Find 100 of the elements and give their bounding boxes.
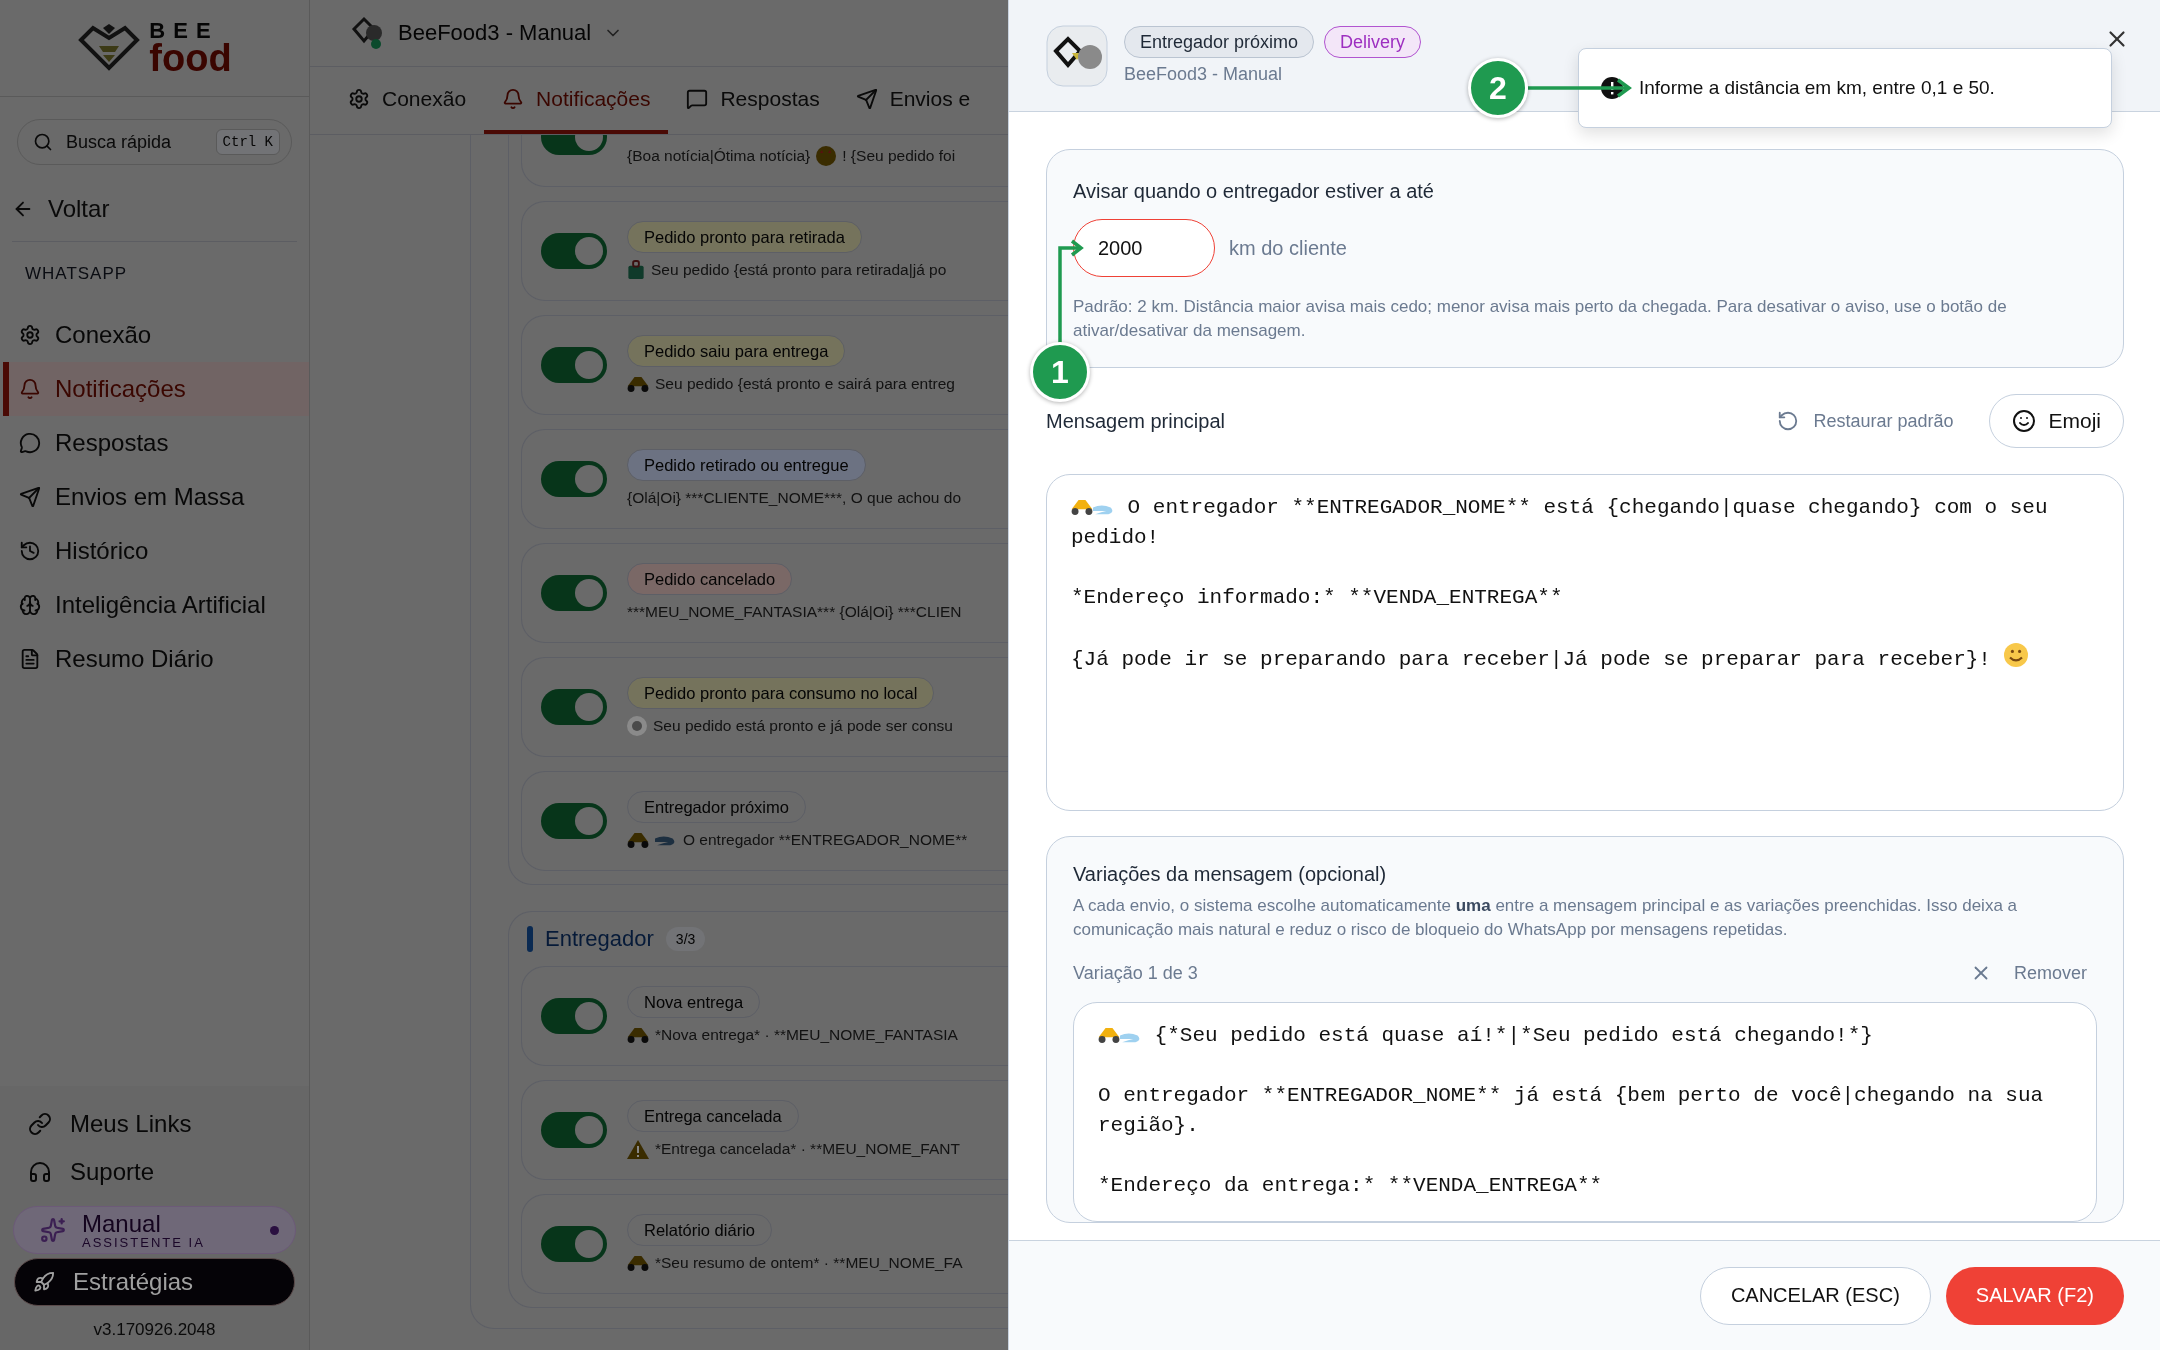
message-preview: ! {Seu pedido foi xyxy=(842,147,956,165)
save-button[interactable]: SALVAR (F2) xyxy=(1945,1266,2124,1325)
variation-textarea[interactable]: {*Seu pedido está quase aí!*|*Seu pedido está chegando!*} O entregador **ENTREGADOR_NOME** já está {bem perto de você|chegando na sua região}. *Endereço da entrega:* **VENDA_ENTREGA** xyxy=(1073,1002,2097,1222)
nav-item[interactable]: Resumo Diário xyxy=(3,632,309,686)
distance-input[interactable]: 2000 xyxy=(1073,219,1215,277)
strategies-button[interactable]: Estratégias xyxy=(14,1258,295,1306)
send-icon xyxy=(855,87,878,110)
message-textarea[interactable]: O entregador **ENTREGADOR_NOME** está {chegando|quase chegando} com o seu pedido! *Endereço informado:* **VENDA_ENTREGA** {Já pode ir se preparando para receber|Já pode se preparar para receber}! xyxy=(1046,474,2124,811)
error-icon xyxy=(1601,77,1623,99)
scooter-icon xyxy=(627,832,649,848)
restore-default-button[interactable]: Restaurar padrão xyxy=(1777,410,1970,432)
sparkles-icon xyxy=(40,1217,66,1243)
headphones-icon xyxy=(28,1160,52,1184)
toggle-switch[interactable] xyxy=(541,998,607,1034)
brain-icon xyxy=(19,594,41,616)
event-tag: Pedido pronto para retirada xyxy=(627,221,862,253)
status-dot xyxy=(270,1225,279,1235)
link-icon xyxy=(28,1112,52,1136)
message-preview: *Nova entrega* · **MEU_NOME_FANTASIA xyxy=(655,1026,958,1044)
group-title: Entregador xyxy=(545,926,654,952)
toggle-switch[interactable] xyxy=(541,803,607,839)
document-icon xyxy=(19,648,41,670)
message-preview: Seu pedido está pronto e já pode ser consu xyxy=(653,717,953,735)
scooter-icon xyxy=(1098,1028,1120,1043)
assistant-subtitle: ASSISTENTE IA xyxy=(82,1235,206,1249)
nav-item[interactable]: Histórico xyxy=(3,524,309,578)
scooter-icon xyxy=(627,1255,649,1271)
message-preview: *Entrega cancelada* · **MEU_NOME_FANT xyxy=(655,1140,960,1158)
brand-name: food xyxy=(149,40,232,75)
nav-item[interactable]: Conexão xyxy=(3,308,309,362)
send-icon xyxy=(19,486,41,508)
toggle-switch[interactable] xyxy=(541,233,607,269)
back-link[interactable]: Voltar xyxy=(12,195,297,242)
tag: Entregador próximo xyxy=(1124,26,1315,58)
shortcut-hint: Ctrl K xyxy=(215,129,280,155)
version-label: v3.170926.2048 xyxy=(92,1320,217,1340)
help-text: Padrão: 2 km. Distância maior avisa mais cedo; menor avisa mais perto da chegada. Para desativar o aviso, use o botão de ativar/desativar da mensagem. xyxy=(1073,296,2008,342)
nav-item[interactable]: Notificações xyxy=(3,362,309,416)
tab[interactable]: Respostas xyxy=(668,67,838,134)
store-name[interactable]: BeeFood3 - Manual xyxy=(398,20,592,46)
unit-label: km do cliente xyxy=(1229,236,1347,260)
event-tag: Pedido cancelado xyxy=(627,563,793,595)
smiley-icon xyxy=(2003,643,2028,667)
section-title: Variações da mensagem (opcional) xyxy=(1073,863,1388,886)
toggle-switch[interactable] xyxy=(541,347,607,383)
group-marker xyxy=(527,926,533,952)
field-label: Avisar quando o entregador estiver a até xyxy=(1073,180,1435,203)
plate-icon xyxy=(627,716,647,736)
message-preview: Seu pedido {está pronto para retirada|já po xyxy=(651,261,947,279)
bell-icon xyxy=(19,378,41,400)
scooter-icon xyxy=(627,1027,649,1043)
warning-icon xyxy=(627,1139,649,1159)
shopping-bag-icon xyxy=(627,260,645,280)
description-text: A cada envio, o sistema escolhe automaticamente uma entre a mensagem principal e as variações preenchidas. Isso deixa a comunicação mais natural e reduz o risco de bloqueio do WhatsApp por mensagens repetidas. xyxy=(1073,895,2019,941)
cancel-button[interactable]: CANCELAR (ESC) xyxy=(1699,1266,1931,1325)
field-label: Mensagem principal xyxy=(1046,409,1225,433)
assistant-card[interactable]: Manual ASSISTENTE IA xyxy=(13,1206,296,1254)
dash-icon xyxy=(1093,504,1115,515)
assistant-name: Manual xyxy=(82,1211,162,1236)
brand-name: BEE xyxy=(149,21,220,41)
search-icon xyxy=(33,132,53,152)
remove-button[interactable]: Remover xyxy=(1969,962,2097,984)
section-label: WHATSAPP xyxy=(25,264,129,284)
tab[interactable]: Envios e xyxy=(837,67,989,134)
emoji-button[interactable]: Emoji xyxy=(1989,394,2124,448)
bell-icon xyxy=(502,87,525,110)
tag: Delivery xyxy=(1324,26,1422,58)
history-icon xyxy=(19,540,41,562)
nav-item[interactable]: Envios em Massa xyxy=(3,470,309,524)
toggle-switch[interactable] xyxy=(541,1226,607,1262)
message-preview: {Olá|Oi} ***CLIENTE_NOME***, O que achou do xyxy=(627,489,961,507)
count-badge: 3/3 xyxy=(665,927,706,951)
chat-bubble-icon xyxy=(19,432,41,454)
reset-icon xyxy=(1777,410,1800,432)
settings-icon xyxy=(348,87,370,110)
event-tag: Entregador próximo xyxy=(627,791,806,823)
store-logo-icon xyxy=(1046,24,1108,87)
smiley-icon xyxy=(2012,409,2037,433)
nav-item[interactable]: Inteligência Artificial xyxy=(3,578,309,632)
scooter-icon xyxy=(627,376,649,392)
nav-item[interactable]: Meus Links xyxy=(0,1100,309,1148)
message-preview: Seu pedido {está pronto e sairá para entreg xyxy=(655,375,955,393)
message-preview: *Seu resumo de ontem* · **MEU_NOME_FA xyxy=(655,1254,963,1272)
event-tag: Pedido saiu para entrega xyxy=(627,335,846,367)
bee-logo-icon xyxy=(77,24,142,72)
nav-item[interactable]: Suporte xyxy=(0,1148,309,1196)
tab[interactable]: Conexão xyxy=(330,67,485,134)
dash-icon xyxy=(655,834,677,846)
message-preview: {Boa notícia|Ótima notícia} xyxy=(627,147,811,165)
variation-counter: Variação 1 de 3 xyxy=(1073,962,1198,984)
nav-item[interactable]: Respostas xyxy=(3,416,309,470)
event-tag: Pedido retirado ou entregue xyxy=(627,449,866,481)
dash-icon xyxy=(1120,1032,1142,1043)
drawer-subtitle: BeeFood3 - Manual xyxy=(1124,64,1284,85)
toggle-switch[interactable] xyxy=(541,575,607,611)
toggle-switch[interactable] xyxy=(541,461,607,497)
toggle-switch[interactable] xyxy=(541,1112,607,1148)
message-preview: ***MEU_NOME_FANTASIA*** {Olá|Oi} ***CLIEN xyxy=(627,603,962,621)
toggle-switch[interactable] xyxy=(541,689,607,725)
settings-icon xyxy=(19,324,41,346)
